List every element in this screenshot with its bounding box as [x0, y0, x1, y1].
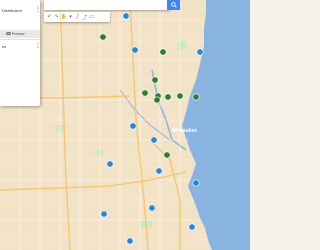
hand-icon[interactable]: ✋	[60, 13, 67, 21]
park	[178, 40, 186, 50]
undo-icon[interactable]: ↶	[46, 13, 53, 21]
blue-marker[interactable]	[106, 160, 114, 168]
layers-panel: Distribution ⋮ Preview es ⋮	[0, 0, 41, 106]
blue-marker[interactable]	[196, 48, 204, 56]
green-marker[interactable]	[163, 151, 171, 159]
preview-label: Preview	[12, 31, 25, 36]
ruler-icon[interactable]: ▭	[88, 13, 95, 21]
green-marker[interactable]	[153, 96, 161, 104]
blue-marker[interactable]	[150, 136, 158, 144]
eye-icon	[6, 32, 11, 35]
layer-title[interactable]: Distribution	[2, 8, 32, 13]
blue-marker[interactable]	[131, 46, 139, 54]
search-button[interactable]	[167, 0, 180, 10]
layer-row[interactable]: Distribution ⋮	[0, 4, 41, 18]
green-marker[interactable]	[176, 92, 184, 100]
blue-marker[interactable]	[192, 179, 200, 187]
green-marker[interactable]	[141, 89, 149, 97]
blue-marker[interactable]	[122, 12, 130, 20]
green-marker[interactable]	[99, 33, 107, 41]
layer-row[interactable]: es ⋮	[0, 40, 41, 54]
redo-icon[interactable]: ↷	[53, 13, 60, 21]
preview-row[interactable]: Preview	[0, 30, 40, 38]
green-marker[interactable]	[192, 93, 200, 101]
blue-marker[interactable]	[126, 237, 134, 245]
more-options-icon[interactable]: ⋮	[35, 42, 41, 49]
search-input[interactable]	[44, 0, 170, 10]
green-marker[interactable]	[164, 93, 172, 101]
blue-marker[interactable]	[100, 210, 108, 218]
line-icon[interactable]: ╱	[74, 13, 81, 21]
layer-title[interactable]: es	[2, 44, 32, 49]
route-icon[interactable]: ⤴	[81, 13, 88, 21]
city-label: Milwaukee	[172, 128, 198, 134]
green-marker[interactable]	[151, 76, 159, 84]
more-options-icon[interactable]: ⋮	[35, 6, 41, 13]
search-icon	[170, 2, 177, 8]
blue-marker[interactable]	[188, 223, 196, 231]
green-marker[interactable]	[159, 48, 167, 56]
marker-icon[interactable]: ▾	[67, 13, 74, 21]
blue-marker[interactable]	[155, 167, 163, 175]
park	[95, 150, 103, 156]
blue-marker[interactable]	[129, 122, 137, 130]
blue-marker[interactable]	[148, 204, 156, 212]
map-toolbar: ↶ ↷ ✋ ▾ ╱ ⤴ ▭	[44, 12, 110, 22]
